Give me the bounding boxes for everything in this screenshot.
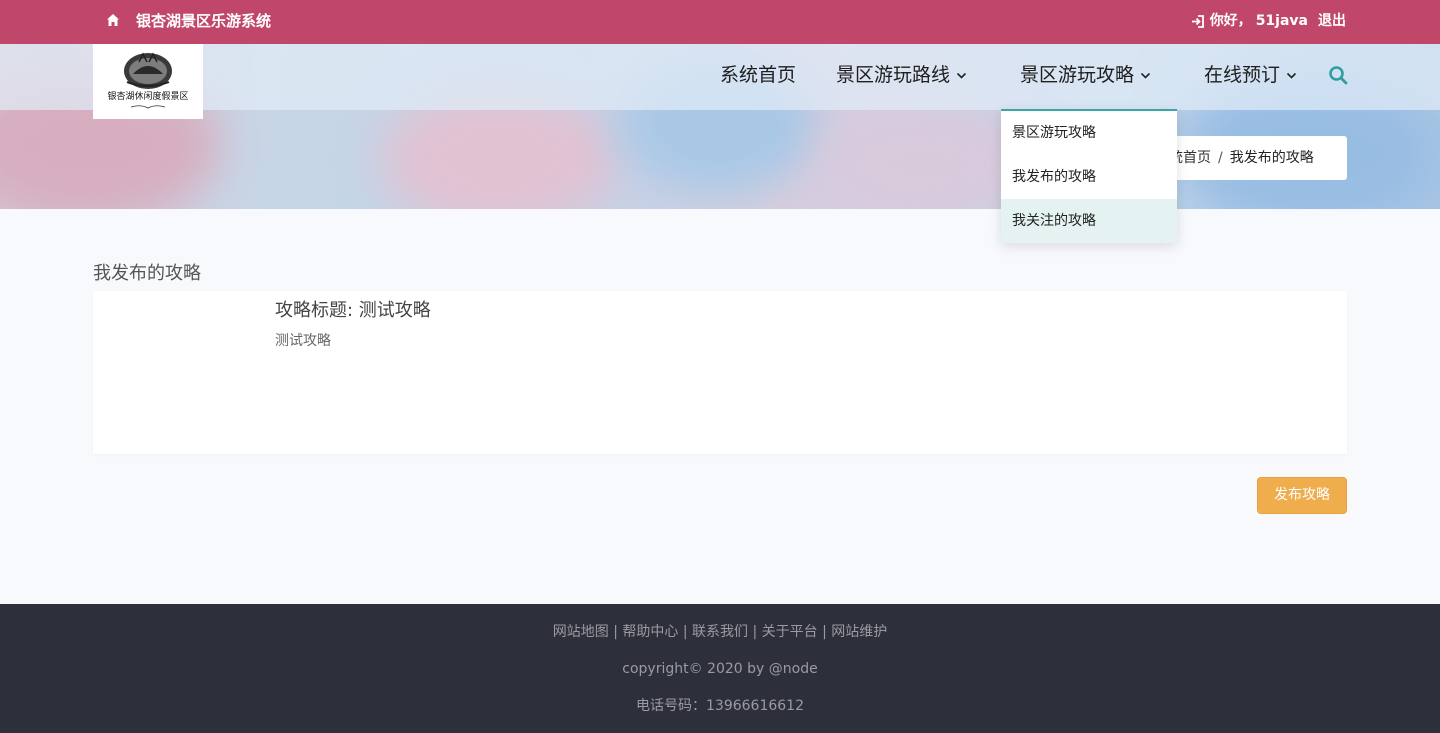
nav-item-booking[interactable]: 在线预订	[1204, 62, 1297, 88]
footer-link-help[interactable]: 帮助中心	[622, 624, 678, 640]
dropdown-item-my-guides[interactable]: 我发布的攻略	[1001, 155, 1177, 199]
nav-item-label: 系统首页	[720, 64, 797, 86]
footer-links: 网站地图 | 帮助中心 | 联系我们 | 关于平台 | 网站维护	[0, 622, 1440, 642]
home-icon[interactable]	[106, 13, 120, 27]
dropdown-item-followed-guides[interactable]: 我关注的攻略	[1001, 199, 1177, 243]
breadcrumb-current: 我发布的攻略	[1229, 150, 1314, 166]
breadcrumb-separator: /	[1218, 150, 1223, 166]
logo-emblem: 银杏湖休闲度假景区	[107, 52, 189, 109]
footer: 网站地图 | 帮助中心 | 联系我们 | 关于平台 | 网站维护 copyrig…	[0, 604, 1440, 733]
user-area: 你好， 51java 退出	[1191, 11, 1346, 31]
chevron-down-icon	[1140, 72, 1151, 79]
guides-dropdown-menu: 景区游玩攻略 我发布的攻略 我关注的攻略	[1001, 109, 1177, 243]
logo-text: 银杏湖休闲度假景区	[107, 90, 188, 102]
chevron-down-icon	[956, 72, 967, 79]
footer-link-separator: |	[822, 624, 827, 640]
nav-item-label: 景区游玩路线	[836, 64, 951, 86]
username: 51java	[1255, 13, 1308, 29]
footer-link-sitemap[interactable]: 网站地图	[553, 624, 609, 640]
greeting-text: 你好，	[1209, 13, 1252, 29]
search-icon[interactable]	[1328, 65, 1348, 85]
nav-item-routes[interactable]: 景区游玩路线	[836, 62, 967, 88]
section-title: 我发布的攻略	[93, 263, 201, 284]
nav-item-guides[interactable]: 景区游玩攻略	[1020, 62, 1151, 88]
dropdown-item-all-guides[interactable]: 景区游玩攻略	[1001, 111, 1177, 155]
guide-card-description: 测试攻略	[275, 333, 331, 349]
sign-in-icon	[1191, 14, 1204, 28]
footer-phone: 电话号码：13966616612	[636, 698, 804, 714]
chevron-down-icon	[1286, 72, 1297, 79]
footer-link-separator: |	[613, 624, 618, 640]
footer-link-separator: |	[682, 624, 688, 640]
guide-card-title[interactable]: 攻略标题: 测试攻略	[275, 299, 431, 323]
site-name[interactable]: 银杏湖景区乐游系统	[136, 11, 271, 31]
footer-link-separator: |	[752, 624, 758, 640]
publish-guide-button[interactable]: 发布攻略	[1257, 477, 1347, 514]
footer-link-about[interactable]: 关于平台	[762, 624, 818, 640]
site-logo[interactable]: 银杏湖休闲度假景区	[93, 44, 203, 119]
footer-link-maintenance[interactable]: 网站维护	[831, 624, 887, 640]
logout-link[interactable]: 退出	[1318, 11, 1346, 31]
nav-item-label: 在线预订	[1204, 64, 1281, 86]
nav-item-label: 景区游玩攻略	[1020, 64, 1135, 86]
top-bar: 银杏湖景区乐游系统 你好， 51java 退出	[0, 0, 1440, 44]
footer-link-contact[interactable]: 联系我们	[692, 624, 748, 640]
nav-item-home[interactable]: 系统首页	[720, 62, 796, 88]
footer-copyright: copyright© 2020 by @node	[622, 661, 818, 677]
